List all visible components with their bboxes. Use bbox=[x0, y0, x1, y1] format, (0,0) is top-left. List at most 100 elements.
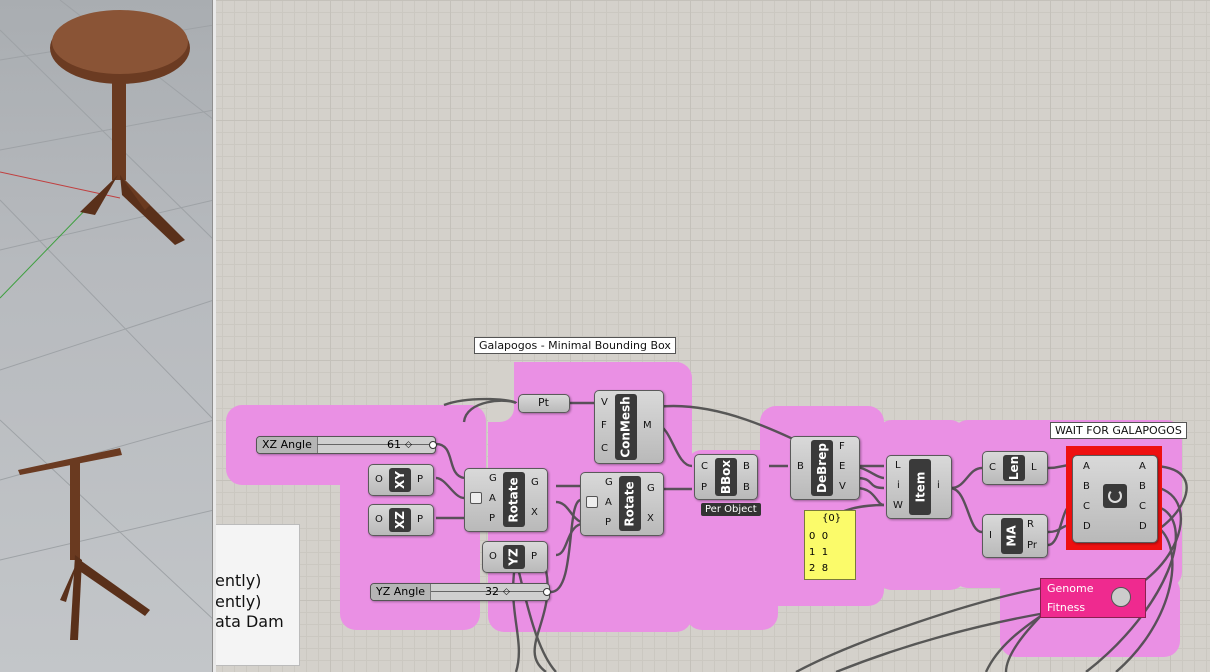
output-pin: F bbox=[839, 441, 845, 452]
output-pin: D bbox=[1139, 521, 1147, 532]
output-pin: R bbox=[1027, 519, 1034, 530]
output-port[interactable] bbox=[429, 441, 437, 449]
list-item-component[interactable]: L i W Item i bbox=[886, 455, 952, 519]
rotate-component[interactable]: G A P Rotate G X bbox=[580, 472, 664, 536]
output-pin: E bbox=[839, 461, 846, 472]
data-dam-component[interactable]: A B C D A B C D bbox=[1072, 455, 1158, 543]
slider-track bbox=[317, 444, 429, 445]
input-pin: G bbox=[605, 477, 613, 488]
input-pin: P bbox=[489, 513, 496, 524]
group-label-wait[interactable]: WAIT FOR GALAPOGOS bbox=[1050, 422, 1187, 439]
component-core: Rotate bbox=[503, 472, 525, 527]
component-name: MA bbox=[1004, 525, 1019, 547]
output-pin: B bbox=[743, 482, 750, 493]
yz-plane-component[interactable]: O YZ P bbox=[482, 541, 548, 573]
bounding-box-component[interactable]: C P BBox B B bbox=[694, 454, 758, 500]
slider-grip-icon[interactable]: ◇ bbox=[405, 440, 412, 450]
panel-header: {0} bbox=[822, 513, 842, 524]
component-name: Rotate bbox=[507, 476, 522, 523]
grasshopper-canvas[interactable]: Galapogos - Minimal Bounding Box WAIT FO… bbox=[216, 0, 1210, 672]
input-pin: C bbox=[1083, 501, 1090, 512]
per-object-tag[interactable]: Per Object bbox=[701, 503, 761, 516]
data-dam-icon bbox=[1103, 484, 1127, 508]
output-pin: C bbox=[1139, 501, 1146, 512]
angle-settings-icon[interactable] bbox=[470, 492, 482, 504]
input-pin: A bbox=[1083, 461, 1090, 472]
output-pin: M bbox=[643, 420, 652, 431]
construct-mesh-component[interactable]: V F C ConMesh M bbox=[594, 390, 664, 464]
viewport-grid bbox=[0, 0, 214, 640]
input-pin: C bbox=[701, 461, 708, 472]
xz-plane-component[interactable]: O XZ P bbox=[368, 504, 434, 536]
output-pin: Pr bbox=[1027, 540, 1037, 551]
component-core: XY bbox=[389, 468, 411, 492]
output-port[interactable] bbox=[543, 588, 551, 596]
input-pin: A bbox=[489, 493, 496, 504]
input-pin: A bbox=[605, 497, 612, 508]
panel-row: 2 8 bbox=[809, 563, 829, 574]
angle-settings-icon[interactable] bbox=[586, 496, 598, 508]
component-core: DeBrep bbox=[811, 440, 833, 496]
output-pin: V bbox=[839, 481, 846, 492]
list-length-component[interactable]: C Len L bbox=[982, 451, 1048, 485]
input-pin: F bbox=[601, 420, 607, 431]
slider-grip-icon[interactable]: ◇ bbox=[503, 587, 510, 597]
data-panel[interactable]: {0} 0 0 1 1 2 8 bbox=[804, 510, 856, 580]
input-pin: P bbox=[701, 482, 708, 493]
galapagos-component[interactable]: Genome Fitness bbox=[1040, 578, 1146, 618]
slider-label: YZ Angle bbox=[371, 584, 432, 600]
panel-row: 1 1 bbox=[809, 547, 829, 558]
output-pin: L bbox=[1031, 462, 1037, 473]
fitness-label: Fitness bbox=[1047, 601, 1086, 614]
wires bbox=[435, 397, 1188, 672]
component-core: ConMesh bbox=[615, 394, 637, 460]
output-pin: X bbox=[531, 507, 538, 518]
input-pin: I bbox=[989, 530, 992, 541]
output-pin: P bbox=[531, 551, 538, 562]
stool-model-bottom bbox=[18, 448, 150, 640]
deconstruct-brep-component[interactable]: B DeBrep F E V bbox=[790, 436, 860, 500]
panel-row: 0 0 bbox=[809, 531, 829, 542]
output-pin: G bbox=[531, 477, 539, 488]
component-name: YZ bbox=[506, 548, 521, 566]
point-param[interactable]: Pt bbox=[518, 394, 570, 413]
group-label-minimal-bounding-box[interactable]: Galapogos - Minimal Bounding Box bbox=[474, 337, 676, 354]
component-core: MA bbox=[1001, 518, 1023, 554]
input-pin: C bbox=[989, 462, 996, 473]
component-name: BBox bbox=[719, 459, 733, 495]
input-pin: P bbox=[605, 517, 612, 528]
yz-angle-slider[interactable]: YZ Angle 32 ◇ bbox=[370, 583, 551, 601]
rotate-component[interactable]: G A P Rotate G X bbox=[464, 468, 548, 532]
component-name: XZ bbox=[392, 511, 407, 529]
slider-value: 32 bbox=[485, 585, 499, 598]
output-pin: B bbox=[743, 461, 750, 472]
component-name: Len bbox=[1007, 455, 1022, 481]
input-pin: D bbox=[1083, 521, 1091, 532]
component-core: BBox bbox=[715, 458, 737, 496]
output-pin: A bbox=[1139, 461, 1146, 472]
rhino-viewport[interactable] bbox=[0, 0, 214, 672]
input-pin: G bbox=[489, 473, 497, 484]
mass-addition-component[interactable]: I MA R Pr bbox=[982, 514, 1048, 558]
input-pin: C bbox=[601, 443, 608, 454]
input-pin: O bbox=[489, 551, 497, 562]
component-name: Rotate bbox=[623, 480, 638, 527]
input-pin: V bbox=[601, 397, 608, 408]
input-pin: O bbox=[375, 474, 383, 485]
xz-angle-slider[interactable]: XZ Angle 61 ◇ bbox=[256, 436, 437, 454]
component-name: DeBrep bbox=[815, 443, 829, 493]
component-name: XY bbox=[392, 471, 407, 489]
component-core: XZ bbox=[389, 508, 411, 532]
input-pin: B bbox=[797, 461, 804, 472]
input-pin: O bbox=[375, 514, 383, 525]
stool-model-top bbox=[50, 10, 190, 245]
xy-plane-component[interactable]: O XY P bbox=[368, 464, 434, 496]
component-core: Len bbox=[1003, 455, 1025, 481]
input-pin: i bbox=[897, 480, 900, 491]
scribble-note[interactable]: ently) ently) ata Dam bbox=[216, 524, 300, 666]
input-pin: L bbox=[895, 460, 901, 471]
output-pin: X bbox=[647, 513, 654, 524]
slider-value: 61 bbox=[387, 438, 401, 451]
output-pin: B bbox=[1139, 481, 1146, 492]
note-line: ently) bbox=[216, 571, 262, 590]
